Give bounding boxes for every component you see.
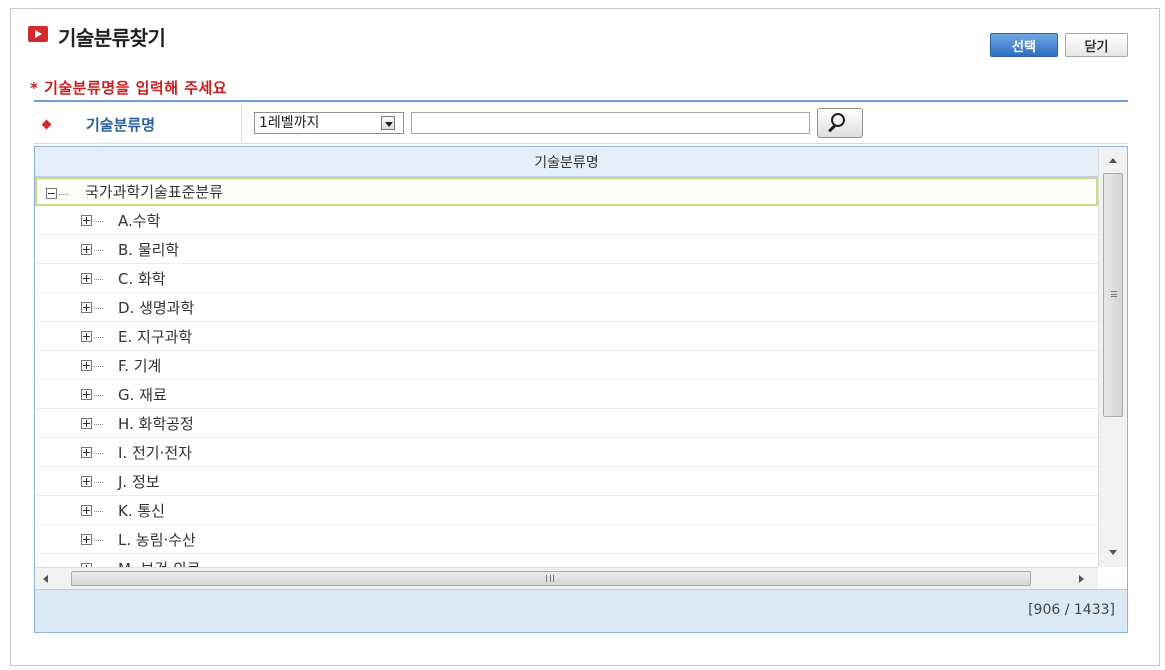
tree-connector — [94, 395, 103, 396]
divider — [241, 102, 242, 144]
play-box-icon — [28, 26, 48, 42]
tree-connector — [94, 221, 103, 222]
tree-row[interactable]: J. 정보 — [35, 467, 1098, 496]
tree-item-label: B. 물리학 — [118, 240, 180, 259]
record-count: [906 / 1433] — [1028, 602, 1115, 618]
horizontal-scroll-thumb[interactable] — [71, 571, 1031, 586]
tree-plus-icon[interactable] — [81, 273, 92, 284]
tree-root-label: 국가과학기술표준분류 — [85, 183, 224, 201]
tree-connector — [94, 337, 103, 338]
tree-connector — [94, 453, 103, 454]
tree-connector — [94, 511, 103, 512]
tree-row[interactable]: K. 통신 — [35, 496, 1098, 525]
tree-plus-icon[interactable] — [81, 505, 92, 516]
tree-row[interactable]: B. 물리학 — [35, 235, 1098, 264]
tree-item-label: G. 재료 — [118, 385, 167, 404]
scroll-right-icon[interactable] — [1070, 568, 1092, 590]
scroll-down-icon[interactable] — [1099, 539, 1127, 567]
tree-item-label: L. 농림·수산 — [118, 530, 196, 549]
magnifier-handle — [828, 124, 836, 133]
grip-icon — [1111, 291, 1117, 297]
tree-root-row[interactable]: 국가과학기술표준분류 — [35, 177, 1098, 206]
tree-row[interactable]: E. 지구과학 — [35, 322, 1098, 351]
level-select-value: 1레벨까지 — [259, 115, 320, 131]
tree-row[interactable]: A.수학 — [35, 206, 1098, 235]
tree-item-label: F. 기계 — [118, 356, 162, 375]
scroll-up-icon[interactable] — [1099, 147, 1127, 175]
tree-row[interactable]: M. 보건·의료 — [35, 554, 1098, 567]
vertical-scrollbar[interactable] — [1098, 147, 1127, 567]
tree-plus-icon[interactable] — [81, 389, 92, 400]
tree-plus-icon[interactable] — [81, 244, 92, 255]
search-button[interactable] — [817, 108, 863, 138]
tree-row[interactable]: H. 화학공정 — [35, 409, 1098, 438]
tree-minus-icon[interactable] — [46, 188, 57, 199]
diamond-bullet-icon — [41, 119, 52, 130]
select-button[interactable]: 선택 — [990, 33, 1058, 57]
scroll-left-icon[interactable] — [35, 568, 57, 590]
grid-footer: [906 / 1433] — [35, 589, 1127, 632]
tree-plus-icon[interactable] — [81, 476, 92, 487]
tree-row[interactable]: F. 기계 — [35, 351, 1098, 380]
tree-item-label: E. 지구과학 — [118, 327, 193, 346]
search-label: 기술분류명 — [86, 116, 156, 134]
search-input[interactable] — [411, 112, 810, 134]
tree-connector — [94, 482, 103, 483]
close-button[interactable]: 닫기 — [1065, 33, 1128, 57]
grip-icon — [546, 575, 554, 582]
tree-plus-icon[interactable] — [81, 534, 92, 545]
tree-item-label: D. 생명과학 — [118, 298, 195, 317]
tree-plus-icon[interactable] — [81, 331, 92, 342]
tree-connector — [94, 250, 103, 251]
chevron-down-icon[interactable] — [381, 116, 395, 130]
tree-row[interactable]: G. 재료 — [35, 380, 1098, 409]
tree-connector — [94, 279, 103, 280]
tree-row[interactable]: C. 화학 — [35, 264, 1098, 293]
tree-view[interactable]: 국가과학기술표준분류 A.수학 B. 물리학 C. 화학 D. 생명과학 E. … — [35, 177, 1098, 567]
tree-plus-icon[interactable] — [81, 302, 92, 313]
level-select[interactable]: 1레벨까지 — [254, 112, 404, 134]
tree-row[interactable]: L. 농림·수산 — [35, 525, 1098, 554]
tree-item-label: C. 화학 — [118, 269, 166, 288]
tree-plus-icon[interactable] — [81, 447, 92, 458]
tree-plus-icon[interactable] — [81, 215, 92, 226]
instruction-text: * 기술분류명을 입력해 주세요 — [30, 79, 228, 97]
tree-item-label: A.수학 — [118, 211, 161, 230]
tree-connector — [94, 424, 103, 425]
tree-connector — [94, 540, 103, 541]
tree-item-label: I. 전기·전자 — [118, 443, 192, 462]
tree-item-label: H. 화학공정 — [118, 414, 194, 433]
tree-row[interactable]: D. 생명과학 — [35, 293, 1098, 322]
tree-plus-icon[interactable] — [81, 360, 92, 371]
tree-connector — [94, 308, 103, 309]
page-title: 기술분류찾기 — [58, 26, 166, 50]
tree-item-label: K. 통신 — [118, 501, 165, 520]
tree-row[interactable]: I. 전기·전자 — [35, 438, 1098, 467]
tree-plus-icon[interactable] — [81, 418, 92, 429]
horizontal-scrollbar[interactable] — [35, 567, 1098, 589]
tree-connector — [94, 366, 103, 367]
column-header: 기술분류명 — [35, 147, 1098, 177]
tree-item-label: J. 정보 — [118, 472, 160, 491]
vertical-scroll-thumb[interactable] — [1103, 173, 1123, 417]
tree-item-label: M. 보건·의료 — [118, 558, 200, 568]
tree-grid: 기술분류명 국가과학기술표준분류 A.수학 B. 물리학 C. 화학 D. 생명… — [34, 146, 1128, 633]
tree-connector — [59, 194, 68, 195]
